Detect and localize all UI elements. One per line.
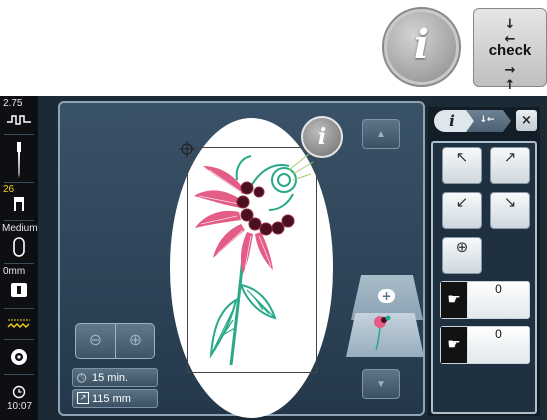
zoom-out-button[interactable]: ⊖ bbox=[76, 324, 116, 358]
thread-tension-icon[interactable] bbox=[5, 112, 33, 128]
clock-icon: 🕓︎ bbox=[77, 371, 87, 385]
zoom-out-icon: ⊖ bbox=[88, 332, 103, 349]
size-estimate-field: ↗ 115 mm bbox=[72, 389, 158, 408]
counter-field-1[interactable]: ☛ 0 bbox=[440, 281, 530, 319]
stitch-plate-icon[interactable] bbox=[5, 280, 33, 300]
presser-foot-icon[interactable] bbox=[5, 196, 33, 216]
status-sidebar: 2.75 26 Medium 0mm 10:07 bbox=[0, 96, 38, 420]
needle-number: 26 bbox=[3, 184, 15, 195]
clock-time: 10:07 bbox=[7, 401, 33, 412]
foot-size-label: Medium bbox=[2, 223, 38, 234]
info-icon: i bbox=[449, 112, 455, 130]
info-icon: i bbox=[317, 124, 327, 150]
needle-icon[interactable] bbox=[5, 140, 33, 180]
move-up-left-button[interactable]: ↖ bbox=[442, 147, 482, 184]
counter-field-2[interactable]: ☛ 0 bbox=[440, 326, 530, 364]
design-thumbnail bbox=[374, 315, 391, 351]
check-bottom-arrows-icon: → ↑ bbox=[504, 63, 530, 93]
info-button-large[interactable]: i bbox=[382, 7, 461, 87]
embroidery-design[interactable] bbox=[189, 150, 315, 372]
time-estimate: 15 min. bbox=[92, 372, 129, 384]
scroll-up-button[interactable]: ▲ bbox=[362, 119, 400, 149]
counter-value-2: 0 bbox=[468, 327, 529, 363]
size-estimate: 115 mm bbox=[92, 393, 131, 405]
tab-info[interactable]: i bbox=[434, 110, 474, 132]
check-label: check bbox=[488, 42, 532, 59]
bobbin-icon[interactable] bbox=[5, 346, 33, 368]
feed-dog-icon[interactable] bbox=[5, 314, 33, 334]
divider bbox=[4, 263, 34, 264]
chevron-up-icon: ▲ bbox=[376, 129, 386, 140]
zoom-in-icon: ⊕ bbox=[128, 332, 143, 349]
stitch-width: 0mm bbox=[3, 266, 26, 277]
arrow-up-left-icon: ↖ bbox=[455, 148, 469, 166]
chevron-down-icon: ▼ bbox=[376, 379, 386, 390]
move-down-right-button[interactable]: ↘ bbox=[490, 192, 530, 229]
arrow-down-left-icon: ↙ bbox=[455, 193, 469, 211]
move-down-left-button[interactable]: ↙ bbox=[442, 192, 482, 229]
hand-pointer-icon: ☛ bbox=[441, 282, 467, 318]
close-button[interactable]: × bbox=[516, 110, 537, 131]
check-button[interactable]: ↓ ← check → ↑ bbox=[473, 8, 547, 93]
resize-icon: ↗ bbox=[77, 392, 89, 404]
close-icon: × bbox=[521, 113, 532, 128]
scroll-down-button[interactable]: ▼ bbox=[362, 369, 400, 399]
arrow-up-right-icon: ↗ bbox=[503, 148, 517, 166]
center-button[interactable]: ⊕ bbox=[442, 237, 482, 274]
hand-pointer-icon: ☛ bbox=[441, 327, 467, 363]
counter-value-1: 0 bbox=[468, 282, 529, 318]
check-move-icon: ↓← bbox=[479, 115, 495, 125]
clock-icon bbox=[12, 385, 26, 399]
tension-value: 2.75 bbox=[3, 98, 23, 109]
arrow-down-right-icon: ↘ bbox=[503, 193, 517, 211]
divider bbox=[4, 182, 34, 183]
move-up-right-button[interactable]: ↗ bbox=[490, 147, 530, 184]
info-button[interactable]: i bbox=[301, 116, 343, 158]
zoom-control: ⊖ ⊕ bbox=[75, 323, 155, 359]
time-estimate-field: 🕓︎ 15 min. bbox=[72, 368, 158, 387]
zoom-in-button[interactable]: ⊕ bbox=[116, 324, 155, 358]
add-icon[interactable]: + bbox=[378, 289, 395, 303]
divider bbox=[4, 134, 34, 135]
crosshair-icon: ⊕ bbox=[455, 238, 469, 256]
divider bbox=[4, 308, 34, 309]
info-icon: i bbox=[413, 21, 430, 68]
divider bbox=[4, 220, 34, 221]
divider bbox=[4, 339, 34, 340]
divider bbox=[4, 374, 34, 375]
hoop-size-icon[interactable] bbox=[5, 236, 33, 258]
